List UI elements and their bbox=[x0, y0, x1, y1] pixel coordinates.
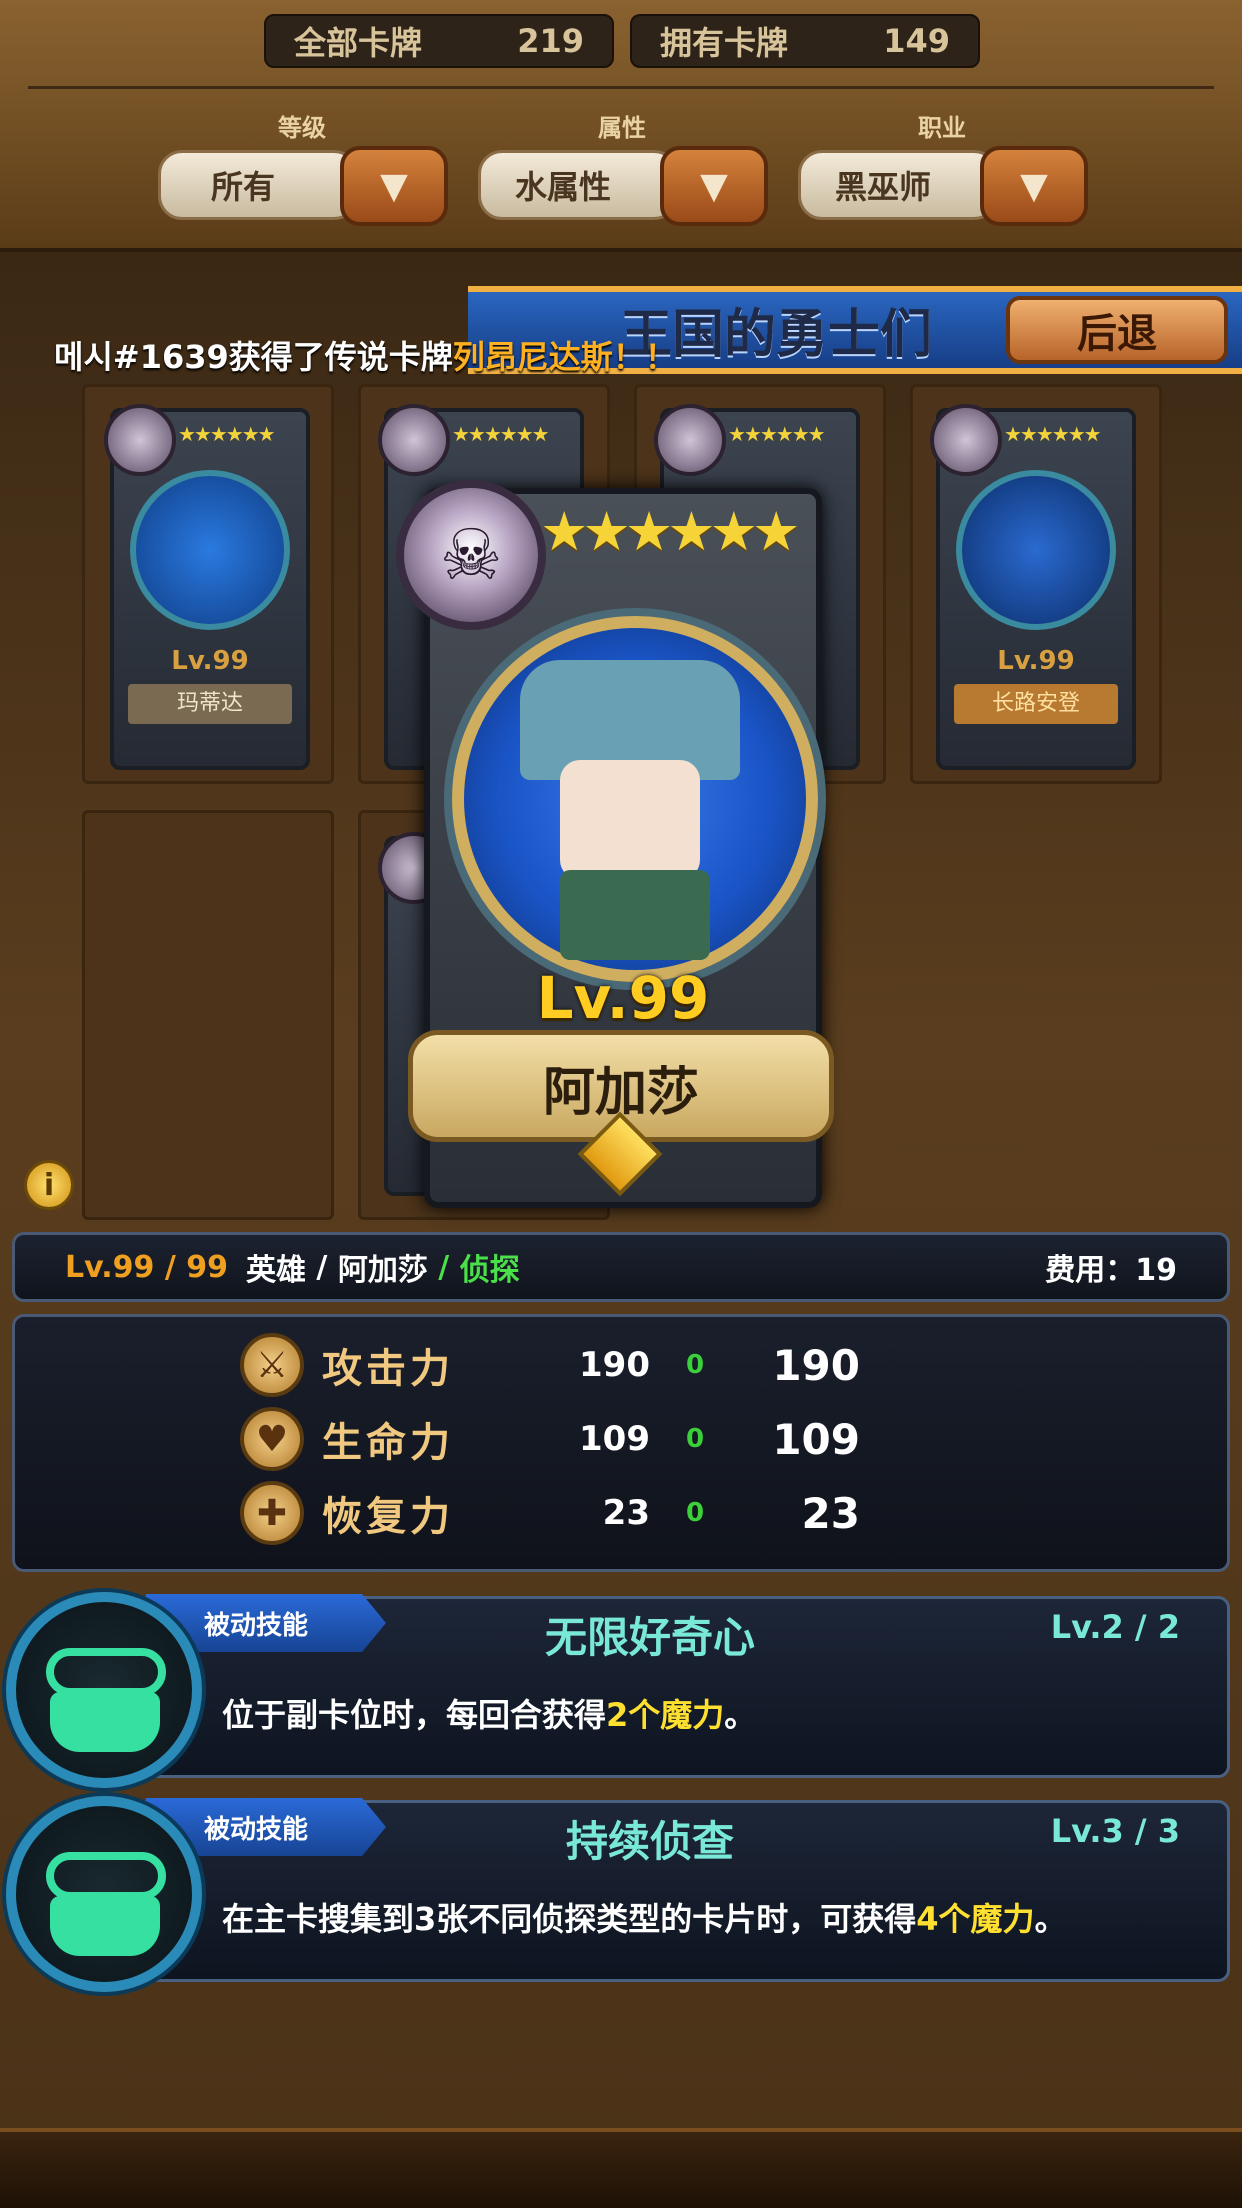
stat-total: 190 bbox=[772, 1340, 860, 1390]
card-type: 英雄 bbox=[245, 1253, 306, 1288]
stat-base: 109 bbox=[579, 1419, 650, 1459]
skill-level: Lv.3 / 3 bbox=[1050, 1812, 1180, 1850]
stat-total: 109 bbox=[772, 1414, 860, 1464]
card-level-info: Lv.99 / 99 bbox=[65, 1249, 228, 1285]
filter-class-dropdown-button[interactable]: ▼ bbox=[980, 146, 1088, 226]
info-icon[interactable]: i bbox=[24, 1160, 74, 1210]
card-portrait bbox=[130, 470, 290, 630]
stat-row-recovery: ✚ 恢复力 23 0 23 bbox=[240, 1478, 940, 1548]
chevron-down-icon: ▼ bbox=[1020, 165, 1048, 207]
divider bbox=[28, 86, 1214, 89]
chevron-down-icon: ▼ bbox=[700, 165, 728, 207]
skull-icon bbox=[930, 404, 1002, 476]
announcement-text: 메시#1639获得了传说卡牌 bbox=[54, 338, 453, 376]
cross-icon: ✚ bbox=[240, 1481, 304, 1545]
card-cost: 费用：19 bbox=[1045, 1253, 1177, 1288]
stat-total: 23 bbox=[801, 1488, 860, 1538]
card-level: Lv.99 bbox=[171, 646, 249, 676]
stat-base: 190 bbox=[579, 1345, 650, 1385]
all-cards-label: 全部卡牌 bbox=[294, 24, 423, 62]
skull-icon: ☠ bbox=[396, 480, 546, 630]
skull-icon bbox=[104, 404, 176, 476]
skill-name: 无限好奇心 bbox=[544, 1613, 755, 1662]
stat-bonus: 0 bbox=[685, 1424, 705, 1454]
stat-bonus: 0 bbox=[685, 1498, 705, 1528]
bottom-bar bbox=[0, 2128, 1242, 2208]
stat-name: 恢复力 bbox=[322, 1494, 454, 1540]
skill-description: 位于副卡位时，每回合获得2个魔力。 bbox=[222, 1696, 757, 1734]
stat-row-attack: ⚔ 攻击力 190 0 190 bbox=[240, 1330, 940, 1400]
sword-icon: ⚔ bbox=[240, 1333, 304, 1397]
skull-icon bbox=[378, 404, 450, 476]
star-rating: ★★★★★★ bbox=[540, 500, 800, 563]
stat-base: 23 bbox=[602, 1493, 650, 1533]
owned-cards-counter: 拥有卡牌 149 bbox=[630, 14, 980, 68]
card-name-info: 阿加莎 bbox=[337, 1253, 428, 1288]
back-button[interactable]: 后退 bbox=[1006, 296, 1228, 364]
filter-level-dropdown-button[interactable]: ▼ bbox=[340, 146, 448, 226]
filter-attribute-value[interactable]: 水属性 bbox=[478, 150, 678, 220]
filter-attribute-dropdown-button[interactable]: ▼ bbox=[660, 146, 768, 226]
owned-cards-label: 拥有卡牌 bbox=[660, 24, 789, 62]
card-level: Lv.99 bbox=[997, 646, 1075, 676]
chevron-down-icon: ▼ bbox=[380, 165, 408, 207]
filter-class-value[interactable]: 黑巫师 bbox=[798, 150, 998, 220]
stat-name: 攻击力 bbox=[322, 1346, 454, 1392]
owned-cards-count: 149 bbox=[883, 22, 950, 60]
stat-row-health: ♥ 生命力 109 0 109 bbox=[240, 1404, 940, 1474]
all-cards-counter: 全部卡牌 219 bbox=[264, 14, 614, 68]
filter-label-class: 职业 bbox=[918, 114, 966, 142]
separator: / bbox=[305, 1249, 338, 1285]
card-thumbnail[interactable]: ★★★★★★ Lv.99 长路安登 bbox=[930, 404, 1136, 770]
skill-name: 持续侦查 bbox=[565, 1817, 734, 1866]
star-rating: ★★★★★★ bbox=[728, 422, 826, 446]
card-name: 长路安登 bbox=[954, 684, 1118, 724]
character-face bbox=[560, 760, 700, 880]
separator: / bbox=[427, 1249, 460, 1285]
announcement-ticker: 메시#1639获得了传说卡牌列昂尼达斯！！ bbox=[54, 332, 677, 378]
stat-name: 生命力 bbox=[322, 1420, 454, 1466]
card-portrait bbox=[956, 470, 1116, 630]
book-glasses-icon bbox=[6, 1796, 202, 1992]
announcement-card-name: 列昂尼达斯！！ bbox=[452, 338, 677, 376]
card-class: 侦探 bbox=[459, 1253, 520, 1288]
filter-label-attribute: 属性 bbox=[598, 114, 646, 142]
all-cards-count: 219 bbox=[517, 22, 584, 60]
card-thumbnail[interactable]: ★★★★★★ Lv.99 玛蒂达 bbox=[104, 404, 310, 770]
filter-label-level: 等级 bbox=[278, 114, 326, 142]
skill-level: Lv.2 / 2 bbox=[1050, 1608, 1180, 1646]
card-info-strip: Lv.99 / 99 英雄 / 阿加莎 / 侦探 费用：19 bbox=[12, 1232, 1230, 1302]
skill-description: 在主卡搜集到3张不同侦探类型的卡片时，可获得4个魔力。 bbox=[222, 1900, 1067, 1938]
skull-icon bbox=[654, 404, 726, 476]
star-rating: ★★★★★★ bbox=[1004, 422, 1102, 446]
card-name: 玛蒂达 bbox=[128, 684, 292, 724]
star-rating: ★★★★★★ bbox=[452, 422, 550, 446]
selected-card-level: Lv.99 bbox=[536, 964, 710, 1032]
heart-icon: ♥ bbox=[240, 1407, 304, 1471]
grid-cell-empty bbox=[82, 810, 334, 1220]
book-glasses-icon bbox=[6, 1592, 202, 1788]
star-rating: ★★★★★★ bbox=[178, 422, 276, 446]
stat-bonus: 0 bbox=[685, 1350, 705, 1380]
filter-level-value[interactable]: 所有 bbox=[158, 150, 358, 220]
character-body bbox=[560, 870, 710, 960]
